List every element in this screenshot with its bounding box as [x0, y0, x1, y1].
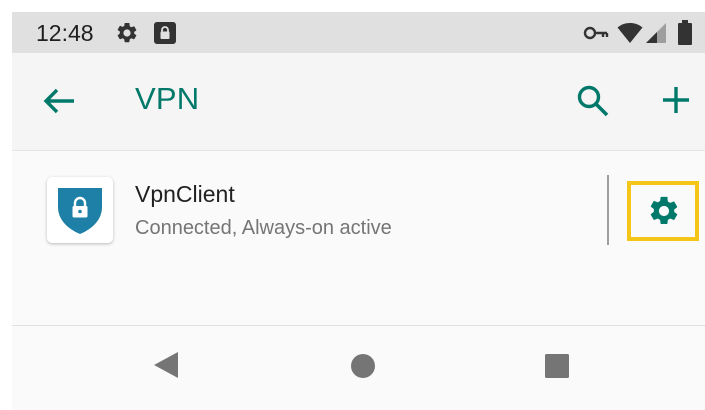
- vpn-app-icon: [47, 177, 113, 243]
- gear-icon: [650, 196, 678, 225]
- vpn-list-item[interactable]: VpnClient Connected, Always-on active: [12, 151, 705, 271]
- gear-icon: [115, 21, 139, 45]
- page-title: VPN: [135, 81, 200, 116]
- key-icon: [583, 24, 609, 42]
- lock-icon: [153, 21, 177, 45]
- nav-home-button[interactable]: [350, 353, 376, 384]
- add-icon: [663, 87, 689, 113]
- search-button[interactable]: [575, 83, 611, 119]
- back-arrow-icon: [43, 88, 74, 114]
- back-triangle-icon: [154, 352, 178, 378]
- shield-lock-icon: [58, 188, 102, 234]
- row-divider: [607, 175, 609, 245]
- status-time: 12:48: [36, 20, 94, 46]
- add-vpn-button[interactable]: [661, 85, 691, 115]
- nav-recents-button[interactable]: [544, 353, 570, 384]
- vpn-settings-button[interactable]: [627, 181, 699, 241]
- wifi-icon: [617, 21, 643, 45]
- app-bar: VPN: [12, 53, 705, 151]
- search-icon: [577, 85, 609, 117]
- home-circle-icon: [351, 354, 375, 378]
- vpn-name: VpnClient: [135, 181, 235, 207]
- system-nav-bar: [12, 325, 705, 406]
- back-arrow-button[interactable]: [42, 86, 76, 116]
- recents-square-icon: [545, 354, 569, 378]
- android-screen: 12:48 VPN VpnClient Connected, Always-on…: [12, 12, 705, 410]
- signal-icon: [645, 22, 667, 44]
- vpn-status: Connected, Always-on active: [135, 217, 392, 239]
- battery-icon: [678, 20, 692, 45]
- status-bar: 12:48: [12, 12, 705, 53]
- nav-back-button[interactable]: [152, 350, 180, 385]
